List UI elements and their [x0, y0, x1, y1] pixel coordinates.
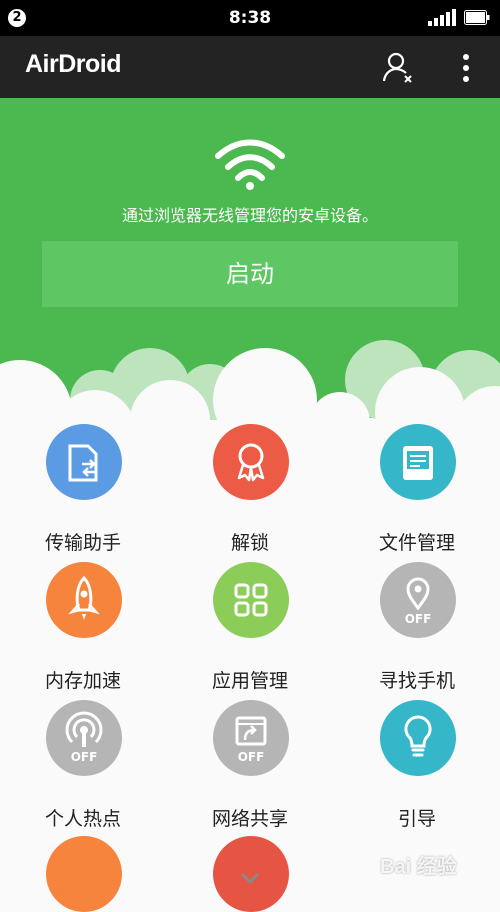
rocket-icon — [46, 562, 122, 638]
feature-transfer[interactable]: 传输助手 — [0, 424, 166, 554]
feature-hotspot[interactable]: OFF 个人热点 — [0, 700, 166, 830]
app-title: AirDroid — [25, 50, 122, 78]
watermark-text: Bai 经验 — [380, 856, 457, 878]
hotspot-icon: OFF — [46, 700, 122, 776]
hero-tagline: 通过浏览器无线管理您的安卓设备。 — [121, 206, 378, 225]
feature-label: 解锁 — [230, 532, 269, 554]
lightbulb-icon — [380, 700, 456, 776]
feature-app-manager[interactable]: 应用管理 — [167, 562, 333, 692]
watermark: Bai 经验 — [380, 846, 490, 882]
feature-network-share[interactable]: OFF 网络共享 — [167, 700, 333, 830]
user-account-icon[interactable] — [380, 50, 416, 86]
feature-label: 个人热点 — [44, 808, 121, 830]
off-state-label: OFF — [70, 750, 98, 764]
wifi-icon — [215, 139, 285, 190]
feature-label: 文件管理 — [378, 532, 455, 554]
feature-partial-left[interactable] — [46, 836, 122, 912]
start-button[interactable]: 启动 — [42, 241, 458, 307]
location-pin-icon: OFF — [380, 562, 456, 638]
file-manager-icon — [380, 424, 456, 500]
feature-label: 网络共享 — [211, 808, 288, 830]
chevron-down-icon[interactable] — [238, 868, 262, 888]
feature-memory-boost[interactable]: 内存加速 — [0, 562, 166, 692]
feature-find-phone[interactable]: OFF 寻找手机 — [334, 562, 500, 692]
battery-icon — [464, 10, 490, 25]
file-transfer-icon — [46, 424, 122, 500]
app-bar: AirDroid — [0, 36, 500, 98]
feature-file-manager[interactable]: 文件管理 — [334, 424, 500, 554]
feature-label: 内存加速 — [44, 670, 121, 692]
feature-label: 寻找手机 — [378, 670, 455, 692]
feature-label: 应用管理 — [211, 670, 288, 692]
award-badge-icon — [213, 424, 289, 500]
signal-bars-icon — [428, 9, 456, 26]
feature-label: 引导 — [397, 808, 436, 830]
app-grid-icon — [213, 562, 289, 638]
screen-share-icon: OFF — [213, 700, 289, 776]
feature-label: 传输助手 — [44, 532, 121, 554]
off-state-label: OFF — [404, 612, 432, 626]
more-vertical-icon[interactable] — [450, 50, 482, 86]
status-time: 8:38 — [228, 8, 272, 28]
status-bar: 2 8:38 — [0, 0, 500, 36]
feature-unlock[interactable]: 解锁 — [167, 424, 333, 554]
off-state-label: OFF — [237, 750, 265, 764]
feature-guide[interactable]: 引导 — [334, 700, 500, 830]
